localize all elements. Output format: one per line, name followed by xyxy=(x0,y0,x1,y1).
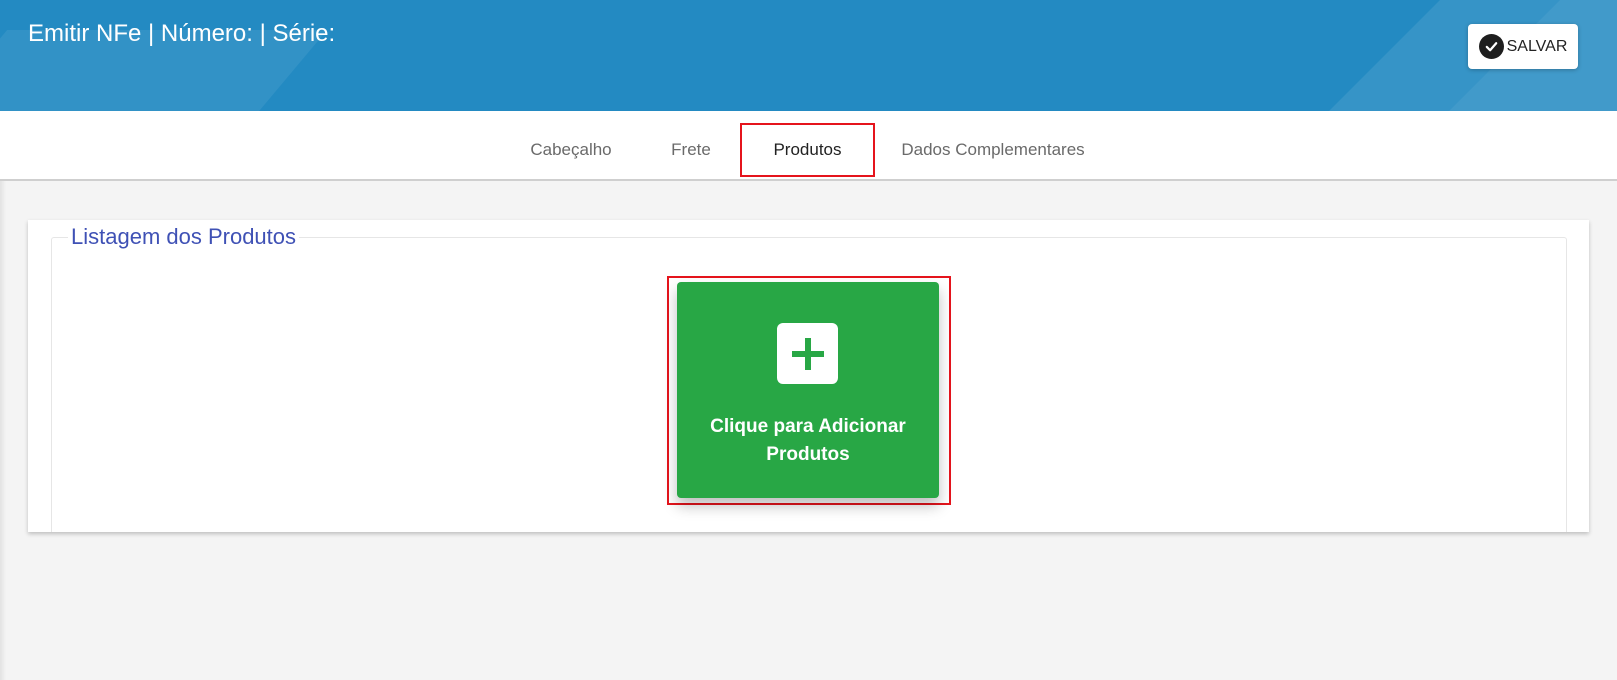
tab-frete[interactable]: Frete xyxy=(652,123,730,177)
save-button-label: SALVAR xyxy=(1506,37,1568,55)
check-circle-icon xyxy=(1478,34,1504,59)
tab-cabecalho[interactable]: Cabeçalho xyxy=(516,123,626,177)
tab-dados-complementares[interactable]: Dados Complementares xyxy=(893,123,1093,177)
tab-bar: Cabeçalho Frete Produtos Dados Complemen… xyxy=(0,111,1617,181)
plus-icon xyxy=(777,323,838,384)
left-edge-shadow xyxy=(0,180,6,680)
tab-produtos[interactable]: Produtos xyxy=(740,123,875,177)
save-button[interactable]: SALVAR xyxy=(1468,24,1578,69)
add-products-label-line2: Produtos xyxy=(766,444,850,465)
add-products-label-line1: Clique para Adicionar xyxy=(710,416,906,437)
section-title: Listagem dos Produtos xyxy=(68,224,300,250)
page-title: Emitir NFe | Número: | Série: xyxy=(28,20,336,47)
page-header: Emitir NFe | Número: | Série: SALVAR xyxy=(0,0,1617,111)
add-products-button[interactable]: Clique para Adicionar Produtos xyxy=(677,282,939,498)
add-products-label: Clique para Adicionar Produtos xyxy=(677,413,939,469)
